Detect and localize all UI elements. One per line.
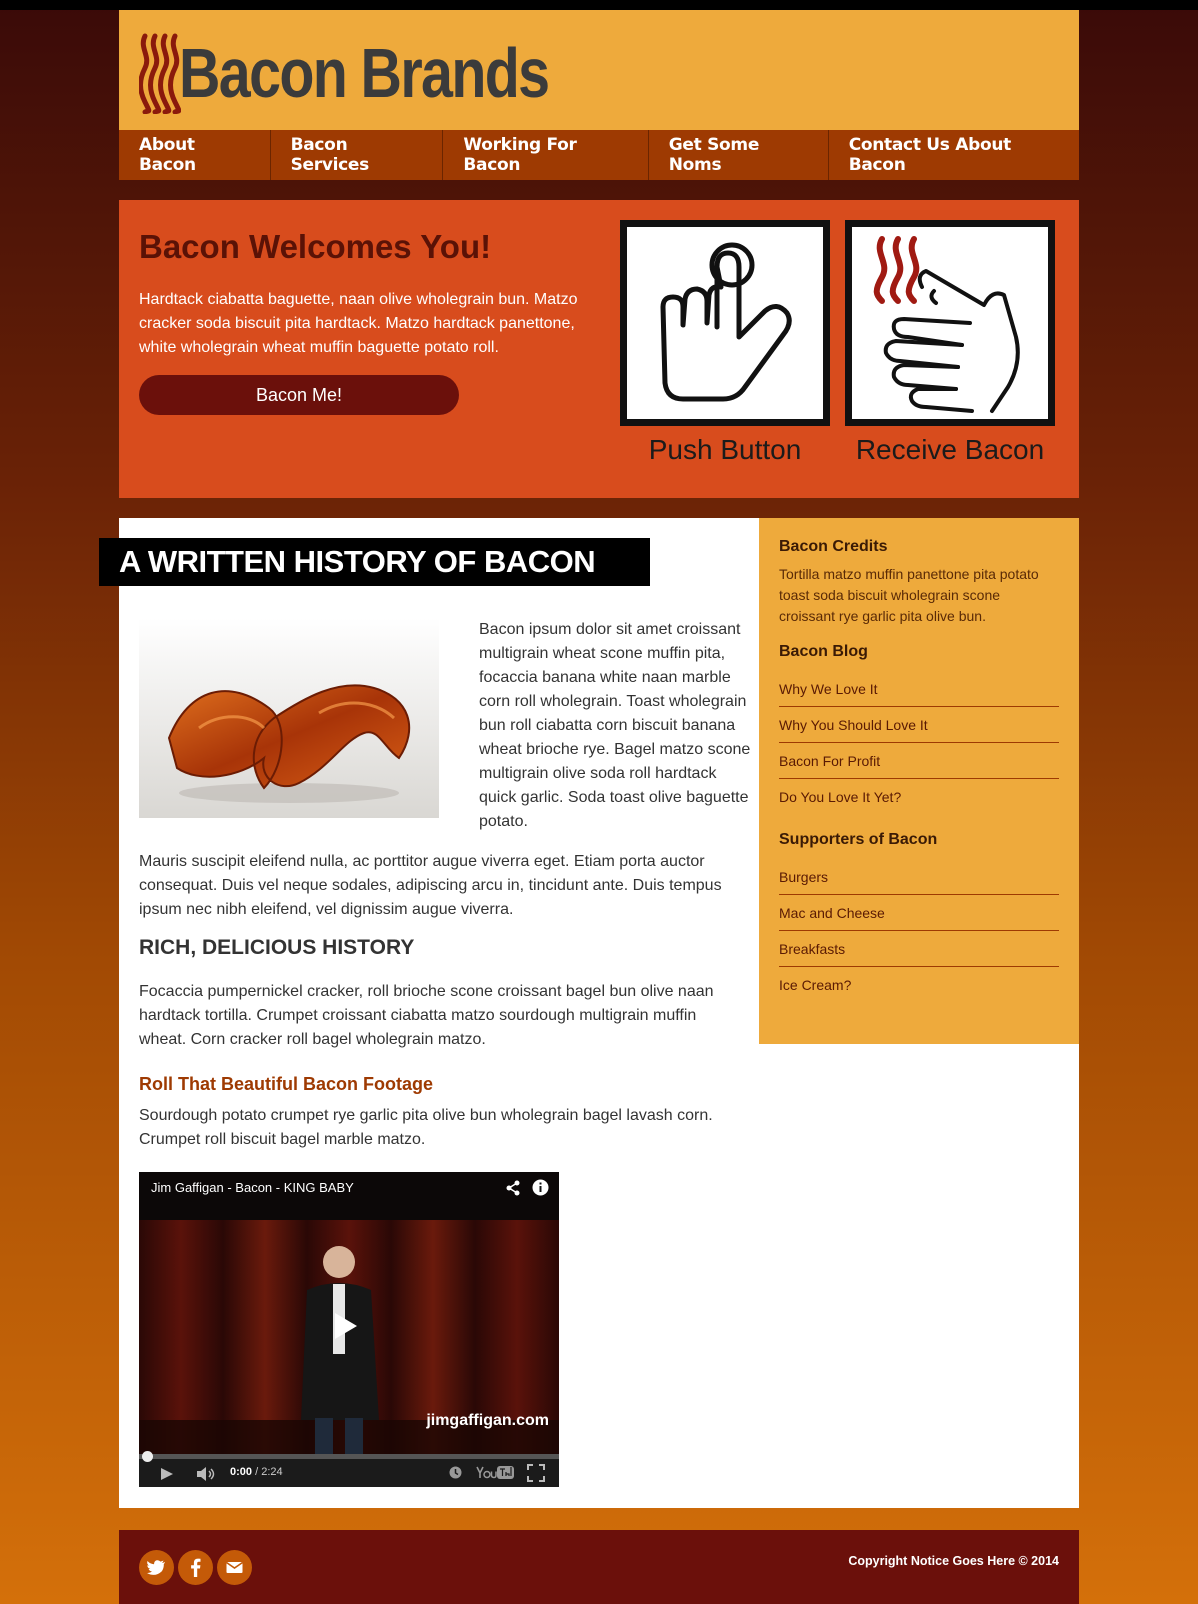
sidebar-blog-link[interactable]: Why You Should Love It xyxy=(779,707,1059,743)
nav-item-working-for-bacon[interactable]: Working For Bacon xyxy=(443,130,649,180)
video-watermark: jimgaffigan.com xyxy=(426,1412,549,1429)
volume-icon[interactable] xyxy=(195,1466,217,1482)
video-time-total: / 2:24 xyxy=(252,1466,283,1478)
nav-item-about-bacon[interactable]: About Bacon xyxy=(119,130,271,180)
video-scrubber-handle[interactable] xyxy=(142,1451,153,1462)
watch-later-icon[interactable] xyxy=(449,1466,462,1479)
sidebar-blog-link[interactable]: Do You Love It Yet? xyxy=(779,779,1059,815)
email-link[interactable] xyxy=(217,1550,252,1585)
facebook-icon xyxy=(191,1558,201,1577)
section-heading-history: RICH, DELICIOUS HISTORY xyxy=(139,936,415,959)
bacon-me-button[interactable]: Bacon Me! xyxy=(139,375,459,415)
step-receive-bacon-box xyxy=(845,220,1055,426)
video-player[interactable]: Jim Gaffigan - Bacon - KING BABY jimgaff… xyxy=(139,1172,559,1487)
article-paragraph-4: Sourdough potato crumpet rye garlic pita… xyxy=(139,1107,713,1148)
sidebar-supporters-list: Burgers Mac and Cheese Breakfasts Ice Cr… xyxy=(779,859,1059,1003)
sidebar-supporter-link[interactable]: Breakfasts xyxy=(779,931,1059,967)
step-push-button: Push Button xyxy=(620,220,830,466)
nav-item-get-some-noms[interactable]: Get Some Noms xyxy=(649,130,829,180)
step-receive-bacon: Receive Bacon xyxy=(845,220,1055,466)
sidebar-blog-title: Bacon Blog xyxy=(779,643,868,660)
video-time-current: 0:00 xyxy=(230,1466,253,1478)
copyright-notice: Copyright Notice Goes Here © 2014 xyxy=(848,1554,1059,1568)
twitter-link[interactable] xyxy=(139,1550,174,1585)
sidebar-supporter-link[interactable]: Ice Cream? xyxy=(779,967,1059,1003)
sidebar-blog-list: Why We Love It Why You Should Love It Ba… xyxy=(779,671,1059,815)
section-heading-footage: Roll That Beautiful Bacon Footage xyxy=(139,1074,434,1094)
nav-item-bacon-services[interactable]: Bacon Services xyxy=(271,130,444,180)
step-receive-bacon-label: Receive Bacon xyxy=(855,434,1045,465)
article-paragraph-2: Mauris suscipit eleifend nulla, ac portt… xyxy=(139,853,722,918)
step-push-button-box xyxy=(620,220,830,426)
nav-item-contact-us[interactable]: Contact Us About Bacon xyxy=(829,130,1079,180)
sidebar-credits-text: Tortilla matzo muffin panettone pita pot… xyxy=(779,566,1039,624)
sidebar-blog-link[interactable]: Bacon For Profit xyxy=(779,743,1059,779)
play-icon[interactable] xyxy=(159,1467,175,1481)
site-footer: Copyright Notice Goes Here © 2014 xyxy=(119,1530,1079,1604)
bacon-photo xyxy=(139,618,439,818)
youtube-logo-icon[interactable] xyxy=(475,1464,515,1481)
article-banner: A WRITTEN HISTORY OF BACON xyxy=(99,538,650,586)
step-push-button-label: Push Button xyxy=(648,434,802,465)
share-icon[interactable] xyxy=(505,1180,521,1196)
video-title[interactable]: Jim Gaffigan - Bacon - KING BABY xyxy=(151,1180,354,1195)
video-time: 0:00 / 2:24 xyxy=(230,1466,283,1478)
email-icon xyxy=(226,1561,243,1573)
video-controls: 0:00 / 2:24 xyxy=(139,1451,559,1487)
sidebar-supporter-link[interactable]: Burgers xyxy=(779,859,1059,895)
play-overlay-icon[interactable] xyxy=(333,1311,359,1341)
hero-title: Bacon Welcomes You! xyxy=(139,228,492,265)
article-intro: Bacon ipsum dolor sit amet croissant mul… xyxy=(479,621,751,830)
video-progress-track[interactable] xyxy=(139,1451,559,1462)
sidebar: Bacon Credits Tortilla matzo muffin pane… xyxy=(759,518,1079,1044)
bacon-waves-icon xyxy=(139,33,181,114)
sidebar-credits-title: Bacon Credits xyxy=(779,538,888,555)
main-content: A WRITTEN HISTORY OF BACON Bacon ipsum d… xyxy=(99,518,1079,1508)
article-paragraph-3: Focaccia pumpernickel cracker, roll brio… xyxy=(139,983,714,1048)
site-header: Bacon Brands xyxy=(119,10,1079,130)
site-logo[interactable]: Bacon Brands xyxy=(139,28,630,118)
brand-name: Bacon Brands xyxy=(179,34,550,112)
twitter-icon xyxy=(147,1560,165,1575)
info-icon[interactable] xyxy=(532,1179,549,1196)
sidebar-blog-link[interactable]: Why We Love It xyxy=(779,671,1059,707)
main-nav: About Bacon Bacon Services Working For B… xyxy=(119,130,1079,180)
fullscreen-icon[interactable] xyxy=(527,1464,545,1482)
facebook-link[interactable] xyxy=(178,1550,213,1585)
pointing-hand-icon xyxy=(660,242,792,402)
sidebar-supporter-link[interactable]: Mac and Cheese xyxy=(779,895,1059,931)
sidebar-supporters-title: Supporters of Bacon xyxy=(779,831,938,848)
top-black-strip xyxy=(0,0,1198,10)
hero-text: Hardtack ciabatta baguette, naan olive w… xyxy=(139,291,578,356)
hero-section: Bacon Welcomes You! Hardtack ciabatta ba… xyxy=(119,200,1079,498)
receive-bacon-hands-icon xyxy=(873,236,1020,413)
